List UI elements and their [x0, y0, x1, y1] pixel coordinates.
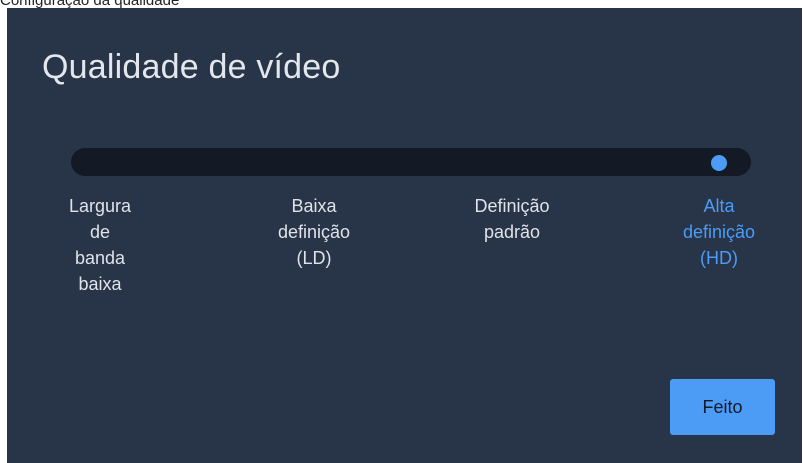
quality-option-line: padrão	[483, 222, 541, 242]
quality-option-line: banda	[74, 248, 126, 268]
quality-option-line: Baixa	[291, 196, 337, 216]
quality-option-ld[interactable]: Baixa definição (LD)	[249, 193, 379, 271]
quality-option-line: definição	[682, 222, 756, 242]
quality-option-sd[interactable]: Definição padrão	[447, 193, 577, 245]
quality-option-line: de	[89, 222, 111, 242]
quality-option-low-bandwidth[interactable]: Largura de banda baixa	[50, 193, 150, 297]
dialog-title: Qualidade de vídeo	[42, 48, 341, 86]
quality-option-line: Largura	[68, 196, 132, 216]
quality-slider-track[interactable]	[71, 148, 751, 176]
quality-option-line: definição	[277, 222, 351, 242]
quality-option-line: (HD)	[700, 248, 738, 268]
quality-option-line: Alta	[703, 196, 735, 216]
quality-option-line: baixa	[78, 274, 122, 294]
done-button[interactable]: Feito	[670, 379, 775, 435]
quality-option-hd[interactable]: Alta definição (HD)	[654, 193, 784, 271]
quality-option-line: Definição	[474, 196, 550, 216]
quality-option-line: (LD)	[296, 248, 332, 268]
video-quality-dialog: Qualidade de vídeo Largura de banda baix…	[7, 8, 802, 463]
quality-slider-thumb[interactable]	[711, 155, 727, 171]
